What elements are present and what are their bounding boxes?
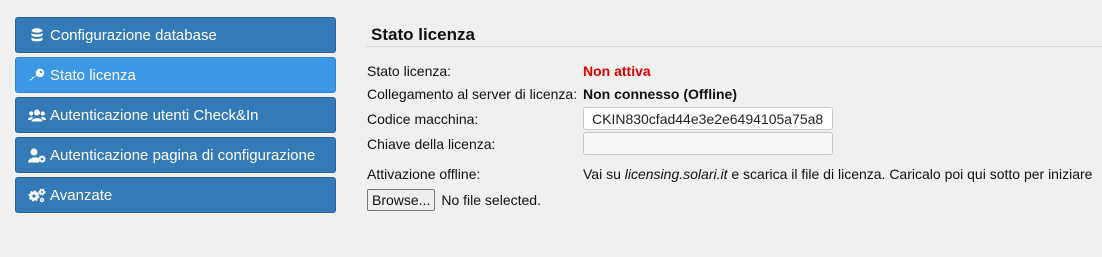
license-status-value: Non attiva [583,63,651,79]
offline-activation-label: Attivazione offline: [367,166,481,182]
license-key-field[interactable] [583,132,833,155]
sidebar-item-label: Stato licenza [50,66,136,84]
license-key-row: Chiave della licenza: [367,132,833,155]
license-key-label: Chiave della licenza: [367,135,496,152]
licensing-link: licensing.solari.it [624,166,728,182]
machine-code-label: Codice macchina: [367,110,479,127]
machine-code-field[interactable] [583,107,833,130]
license-status-label: Stato licenza: [367,63,452,79]
users-icon [28,107,46,123]
sidebar-item-avanzate[interactable]: Avanzate [15,177,336,213]
database-icon [28,27,46,43]
machine-code-row: Codice macchina: [367,107,833,130]
license-panel: Stato licenza Stato licenza: Non attiva … [366,20,1102,211]
sidebar-item-autenticazione-utenti[interactable]: Autenticazione utenti Check&In [15,97,336,133]
license-status-row: Stato licenza: Non attiva [367,63,651,79]
no-file-text: No file selected. [441,192,541,208]
sidebar-item-label: Avanzate [50,186,113,204]
sidebar-item-label: Configurazione database [50,26,217,44]
offline-activation-row: Attivazione offline: Vai su licensing.so… [367,166,1092,182]
file-upload-row: Browse... No file selected. [367,189,541,211]
sidebar-item-configurazione-database[interactable]: Configurazione database [15,17,336,53]
offline-activation-text: Vai su licensing.solari.it e scarica il … [583,166,1092,182]
license-server-label: Collegamento al server di licenza: [367,86,578,102]
sidebar-item-label: Autenticazione pagina di configurazione [50,146,316,164]
sidebar-item-autenticazione-pagina[interactable]: Autenticazione pagina di configurazione [15,137,336,173]
page-title: Stato licenza [371,25,475,44]
browse-button[interactable]: Browse... [367,189,436,211]
sidebar: Configurazione database Stato licenza Au… [15,17,336,217]
gears-icon [28,187,46,203]
license-server-row: Collegamento al server di licenza: Non c… [367,86,737,102]
sidebar-item-stato-licenza[interactable]: Stato licenza [15,57,336,93]
offline-text-suffix: e scarica il file di licenza. Caricalo p… [727,166,1093,182]
license-server-value: Non connesso (Offline) [583,86,737,102]
user-gear-icon [28,147,46,163]
offline-text-prefix: Vai su [583,166,625,182]
title-divider [366,46,1102,47]
sidebar-item-label: Autenticazione utenti Check&In [50,106,259,124]
key-icon [28,67,46,83]
